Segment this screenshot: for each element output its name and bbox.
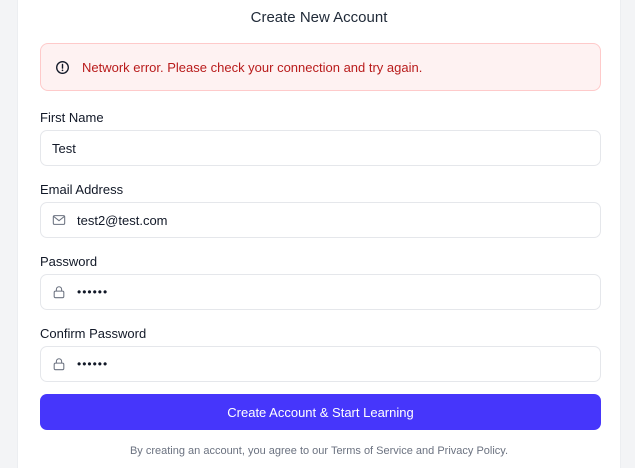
terms-prefix: By creating an account, you agree to our xyxy=(129,445,331,457)
signup-card: Create New Account Network error. Please… xyxy=(17,0,621,468)
confirm-password-value: •••••• xyxy=(77,357,109,371)
error-alert: Network error. Please check your connect… xyxy=(40,43,601,91)
page-title: Create New Account xyxy=(250,9,388,26)
email-input[interactable]: test2@test.com xyxy=(40,202,601,238)
alert-circle-icon xyxy=(55,60,70,75)
lock-icon xyxy=(52,285,66,299)
email-label: Email Address xyxy=(40,182,124,197)
lock-icon xyxy=(52,357,66,371)
mail-icon xyxy=(52,213,66,227)
confirm-password-input[interactable]: •••••• xyxy=(40,346,601,382)
password-input[interactable]: •••••• xyxy=(40,274,601,310)
error-message: Network error. Please check your connect… xyxy=(82,59,423,75)
email-field: Email Address test2@test.com xyxy=(40,181,601,238)
privacy-policy-link[interactable]: Privacy Policy xyxy=(437,445,505,457)
password-label: Password xyxy=(40,254,98,269)
confirm-password-label: Confirm Password xyxy=(40,326,147,341)
password-value: •••••• xyxy=(77,285,109,299)
terms-and: and xyxy=(412,445,438,457)
email-value: test2@test.com xyxy=(77,212,168,228)
first-name-label: First Name xyxy=(40,110,104,125)
create-account-button[interactable]: Create Account & Start Learning xyxy=(40,394,601,430)
terms-suffix: . xyxy=(504,445,509,457)
terms-of-service-link[interactable]: Terms of Service xyxy=(331,445,413,457)
first-name-input[interactable]: Test xyxy=(40,130,601,166)
first-name-field: First Name Test xyxy=(40,109,601,166)
password-field: Password •••••• xyxy=(40,253,601,310)
confirm-password-field: Confirm Password •••••• xyxy=(40,325,601,382)
terms-notice: By creating an account, you agree to our… xyxy=(18,445,620,457)
first-name-value: Test xyxy=(52,140,76,156)
